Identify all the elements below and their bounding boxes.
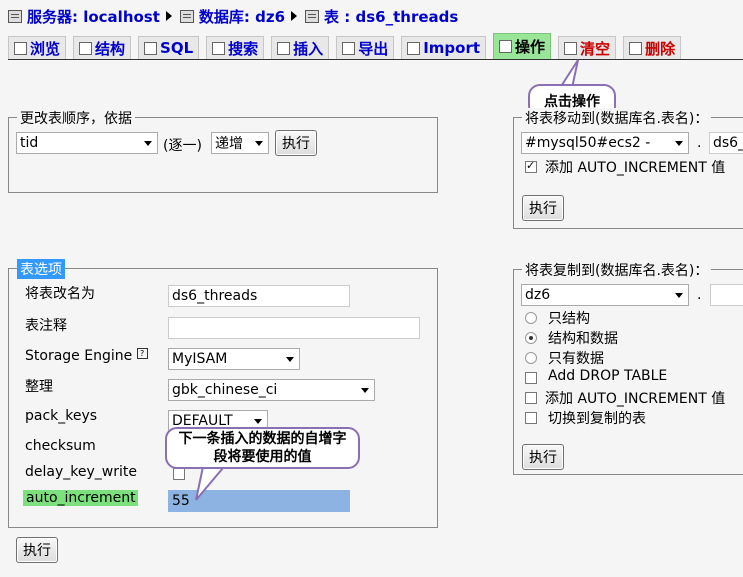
tab-label: 操作 (515, 38, 546, 56)
move-fieldset: 将表移动到(数据库名.表名)： #mysql50#ecs2 - . ds6_ 添… (513, 108, 743, 229)
move-db-select[interactable]: #mysql50#ecs2 - (521, 132, 689, 154)
delay-key-write-checkbox[interactable] (173, 468, 185, 480)
table-options-legend: 表选项 (17, 259, 65, 279)
insert-icon (277, 41, 291, 55)
comment-label: 表注释 (25, 318, 67, 334)
move-autoinc-label: 添加 AUTO_INCREMENT 值 (545, 160, 726, 176)
move-exec-button[interactable]: 执行 (522, 195, 564, 221)
tab-label: 清空 (580, 39, 611, 58)
tab-label: 删除 (645, 39, 676, 58)
breadcrumb-server-link[interactable]: 服务器: localhost (27, 6, 160, 27)
copy-data-label: 只有数据 (548, 351, 604, 367)
help-icon[interactable]: ? (136, 348, 148, 359)
copy-add-drop-checkbox[interactable] (525, 372, 537, 384)
copy-switch-checkbox[interactable] (525, 412, 537, 424)
breadcrumb: 服务器: localhost 数据库: dz6 表 : ds6_threads (8, 6, 458, 26)
tab-label: 结构 (95, 39, 126, 58)
copy-data-radio[interactable] (525, 352, 537, 364)
tab-structure[interactable]: 结构 (73, 36, 132, 59)
order-exec-button[interactable]: 执行 (275, 130, 317, 156)
breadcrumb-arrow-icon (165, 11, 172, 21)
tools-icon (499, 40, 513, 53)
storage-engine-label: Storage Engine ? (25, 348, 148, 364)
rename-input[interactable]: ds6_threads (168, 285, 350, 307)
checksum-label: checksum (25, 438, 96, 454)
move-dot: . (697, 135, 702, 151)
comment-input[interactable] (168, 317, 420, 339)
copy-autoinc-label: 添加 AUTO_INCREMENT 值 (545, 391, 726, 407)
copy-legend: 将表复制到(数据库名.表名)： (522, 260, 712, 280)
copy-structure-data-label: 结构和数据 (548, 331, 618, 347)
storage-engine-select[interactable]: MyISAM (168, 348, 300, 370)
copy-dot: . (697, 287, 702, 303)
reorder-legend: 更改表顺序，依据 (17, 108, 135, 128)
table-icon (305, 9, 320, 23)
reorder-fieldset: 更改表顺序，依据 tid (逐一) 递增 执行 (8, 108, 438, 193)
tab-label: 搜索 (228, 39, 259, 58)
structure-icon (79, 41, 93, 55)
auto-increment-label: auto_increment (23, 490, 138, 506)
tab-operations[interactable]: 操作 (493, 33, 552, 59)
sql-icon (144, 41, 158, 55)
tab-label: Import (423, 39, 481, 57)
tab-label: 插入 (293, 39, 324, 58)
delay-key-write-label: delay_key_write (25, 464, 137, 480)
options-exec-button[interactable]: 执行 (16, 537, 58, 563)
export-icon (342, 41, 356, 55)
copy-autoinc-checkbox[interactable] (525, 392, 537, 404)
breadcrumb-table-link[interactable]: 表 : ds6_threads (324, 6, 458, 27)
tab-bar: 浏览 结构 SQL 搜索 插入 导出 Import 操作 清空 删除 (8, 33, 688, 60)
copy-exec-button[interactable]: 执行 (522, 444, 564, 470)
move-table-input[interactable]: ds6_ (709, 132, 743, 154)
tab-divider (8, 59, 743, 60)
collation-select[interactable]: gbk_chinese_ci (168, 379, 375, 401)
delete-icon (629, 41, 643, 55)
copy-fieldset: 将表复制到(数据库名.表名)： dz6 . 只结构 结构和数据 只有数据 Add… (513, 260, 743, 475)
move-autoinc-checkbox[interactable] (525, 159, 537, 173)
empty-icon (564, 41, 578, 55)
import-icon (407, 41, 421, 55)
tab-empty[interactable]: 清空 (558, 36, 617, 59)
pack-keys-label: pack_keys (25, 408, 98, 424)
move-legend: 将表移动到(数据库名.表名)： (522, 108, 712, 128)
callout-autoinc: 下一条插入的数据的自增字段将要使用的值 (165, 427, 360, 469)
order-suffix: (逐一) (163, 138, 202, 154)
collation-label: 整理 (25, 379, 53, 395)
server-icon (8, 9, 22, 23)
tab-label: SQL (160, 39, 194, 57)
copy-structure-data-radio[interactable] (525, 332, 537, 344)
copy-add-drop-label: Add DROP TABLE (548, 368, 668, 384)
tab-label: 导出 (358, 39, 389, 58)
tab-browse[interactable]: 浏览 (8, 36, 67, 59)
order-field-select[interactable]: tid (16, 132, 158, 154)
order-direction-select[interactable]: 递增 (211, 132, 269, 154)
breadcrumb-arrow-icon (291, 11, 298, 21)
copy-table-input[interactable] (710, 284, 743, 306)
copy-structure-radio[interactable] (525, 312, 537, 324)
search-icon (212, 41, 226, 55)
tab-import[interactable]: Import (401, 36, 487, 59)
tab-sql[interactable]: SQL (138, 36, 200, 59)
tab-label: 浏览 (30, 39, 61, 58)
browse-icon (14, 41, 27, 55)
tab-insert[interactable]: 插入 (271, 36, 330, 59)
copy-switch-label: 切换到复制的表 (548, 411, 646, 427)
database-icon (179, 9, 194, 23)
tab-drop[interactable]: 删除 (623, 36, 682, 59)
rename-label: 将表改名为 (25, 286, 95, 302)
tab-search[interactable]: 搜索 (206, 36, 265, 59)
copy-db-select[interactable]: dz6 (521, 284, 689, 306)
breadcrumb-database-link[interactable]: 数据库: dz6 (199, 6, 285, 27)
tab-export[interactable]: 导出 (336, 36, 395, 59)
storage-engine-text: Storage Engine (25, 348, 133, 364)
copy-structure-label: 只结构 (548, 311, 590, 327)
